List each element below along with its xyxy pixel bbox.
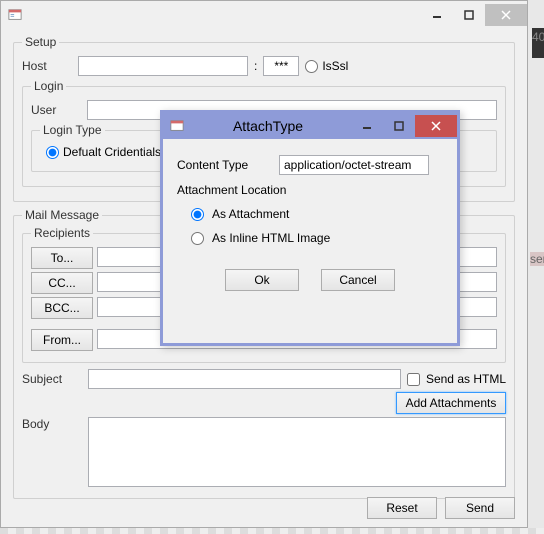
dialog-body: Content Type Attachment Location As Atta… bbox=[163, 139, 457, 301]
as-attachment-radio[interactable] bbox=[191, 208, 204, 221]
subject-input[interactable] bbox=[88, 369, 401, 389]
close-button[interactable] bbox=[485, 4, 527, 26]
footer-actions: Reset Send bbox=[367, 497, 515, 519]
host-input[interactable] bbox=[78, 56, 248, 76]
app-icon bbox=[7, 7, 23, 23]
is-ssl-radio[interactable] bbox=[305, 60, 318, 73]
login-legend: Login bbox=[31, 79, 66, 93]
dialog-close-button[interactable] bbox=[415, 115, 457, 137]
bottom-edge-strip bbox=[0, 528, 544, 534]
default-credentials-label: Defualt Cridentials bbox=[63, 145, 161, 159]
to-button[interactable]: To... bbox=[31, 247, 93, 269]
right-edge-strip bbox=[528, 0, 544, 534]
reset-button[interactable]: Reset bbox=[367, 497, 437, 519]
dialog-maximize-button[interactable] bbox=[383, 115, 415, 137]
as-inline-radio[interactable] bbox=[191, 232, 204, 245]
titlebar bbox=[1, 1, 527, 29]
cancel-button[interactable]: Cancel bbox=[321, 269, 395, 291]
host-label: Host bbox=[22, 59, 72, 73]
port-input[interactable] bbox=[263, 56, 299, 76]
as-inline-label: As Inline HTML Image bbox=[212, 231, 330, 245]
send-as-html-label: Send as HTML bbox=[426, 372, 506, 386]
window-controls bbox=[421, 4, 527, 26]
recipients-legend: Recipients bbox=[31, 226, 93, 240]
attach-type-dialog: AttachType Content Type Attachment Locat… bbox=[160, 110, 460, 346]
body-label: Body bbox=[22, 417, 82, 431]
dialog-title: AttachType bbox=[185, 118, 351, 134]
dialog-minimize-button[interactable] bbox=[351, 115, 383, 137]
from-button[interactable]: From... bbox=[31, 329, 93, 351]
setup-legend: Setup bbox=[22, 35, 59, 49]
right-dark-panel: 400 bbox=[532, 28, 544, 58]
user-label: User bbox=[31, 103, 81, 117]
cc-button[interactable]: CC... bbox=[31, 272, 93, 294]
attachment-location-label: Attachment Location bbox=[177, 183, 443, 197]
login-type-legend: Login Type bbox=[40, 123, 105, 137]
minimize-button[interactable] bbox=[421, 4, 453, 26]
bcc-button[interactable]: BCC... bbox=[31, 297, 93, 319]
send-as-html-checkbox[interactable] bbox=[407, 373, 420, 386]
mail-message-legend: Mail Message bbox=[22, 208, 102, 222]
content-type-input[interactable] bbox=[279, 155, 429, 175]
subject-label: Subject bbox=[22, 372, 82, 386]
right-small-tag: ser bbox=[530, 252, 544, 266]
as-attachment-label: As Attachment bbox=[212, 207, 289, 221]
ok-button[interactable]: Ok bbox=[225, 269, 299, 291]
add-attachments-button[interactable]: Add Attachments bbox=[396, 392, 506, 414]
dialog-icon bbox=[169, 118, 185, 134]
body-textarea[interactable] bbox=[88, 417, 506, 487]
content-type-label: Content Type bbox=[177, 158, 271, 172]
maximize-button[interactable] bbox=[453, 4, 485, 26]
port-separator: : bbox=[254, 59, 257, 73]
is-ssl-label: IsSsl bbox=[322, 59, 348, 73]
dialog-titlebar: AttachType bbox=[163, 113, 457, 139]
default-credentials-radio[interactable] bbox=[46, 146, 59, 159]
send-button[interactable]: Send bbox=[445, 497, 515, 519]
